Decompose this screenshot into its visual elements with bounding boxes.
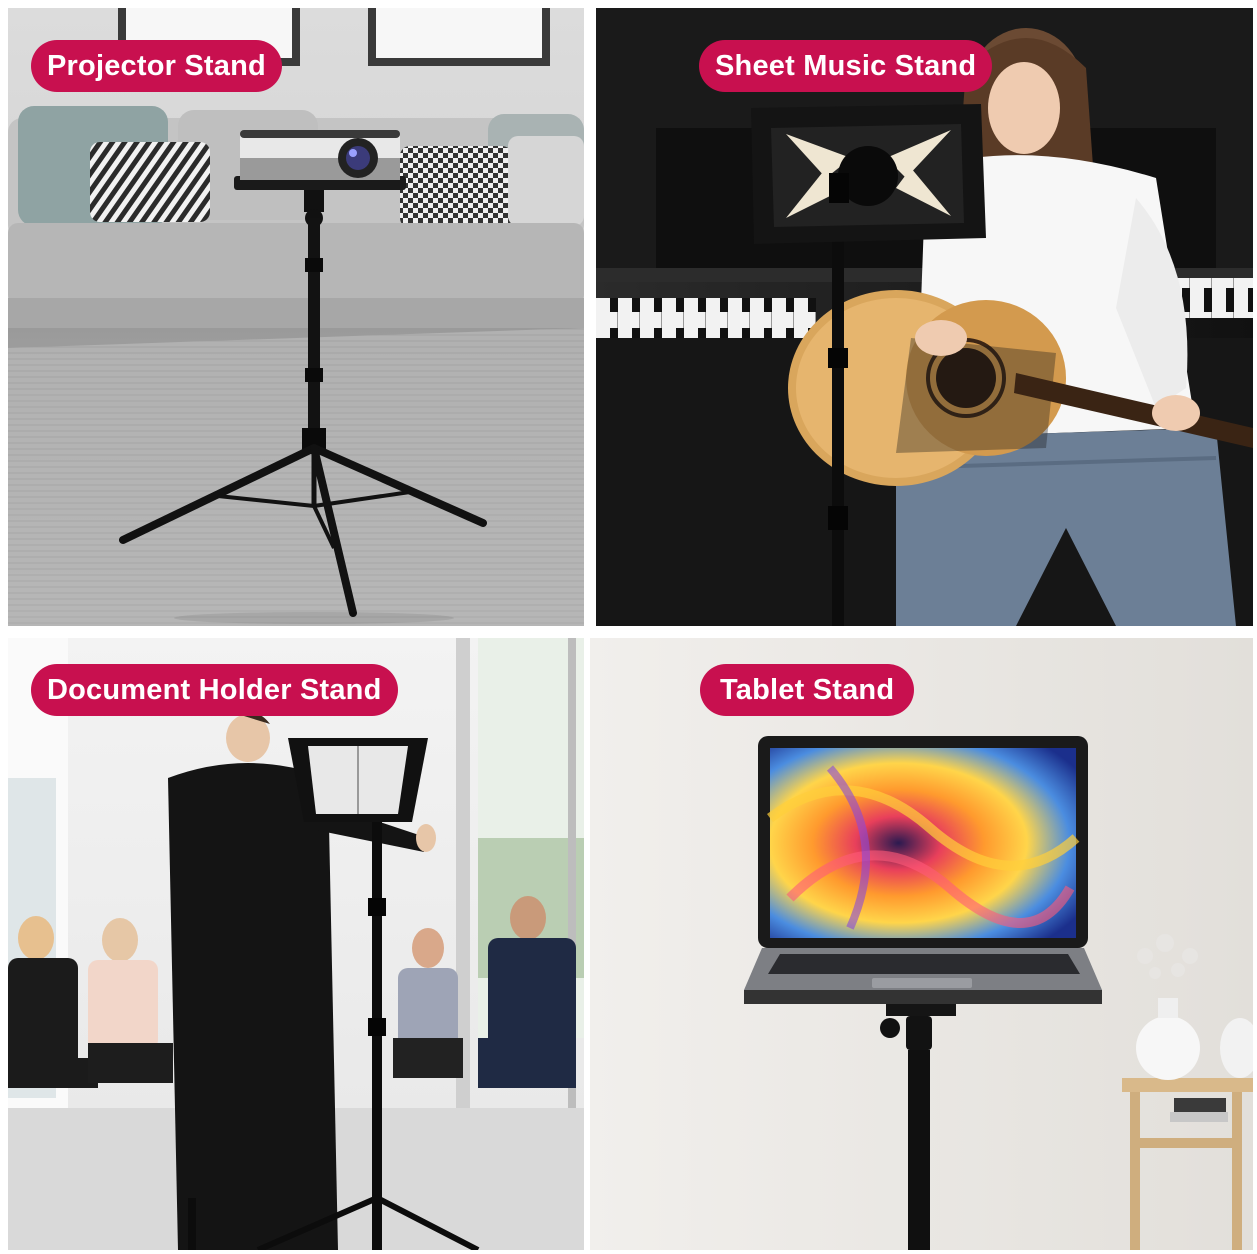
sheet-music-stand-photo [596, 8, 1253, 626]
sheet-music-stand-label: Sheet Music Stand [699, 40, 993, 92]
document-holder-stand-label: Document Holder Stand [31, 664, 398, 716]
document-holder-stand-photo [8, 638, 584, 1250]
tablet-stand-label: Tablet Stand [700, 664, 915, 716]
tablet-stand-photo [590, 638, 1253, 1250]
projector-stand-photo [8, 8, 584, 626]
collage: Projector Stand Sheet Music Stand Docume… [0, 0, 1257, 1254]
projector-stand-label: Projector Stand [31, 40, 282, 92]
